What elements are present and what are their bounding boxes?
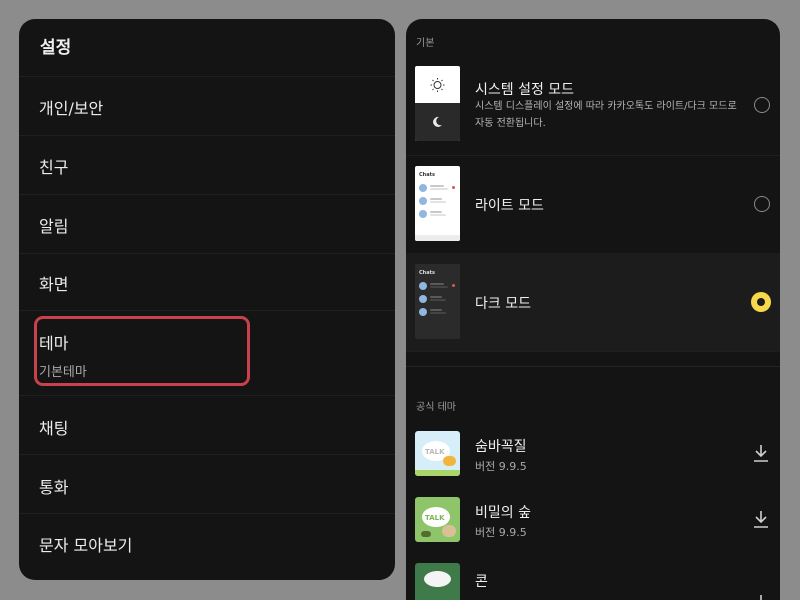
theme-title: 비밀의 숲 <box>475 505 531 521</box>
settings-panel: 설정 개인/보안 친구 알림 화면 테마 기본테마 채팅 통화 문자 모아보기 <box>19 19 395 580</box>
menu-item-label: 문자 모아보기 <box>39 536 133 555</box>
theme-highlight-annotation <box>34 316 250 386</box>
theme-thumbnail: TALK <box>415 431 460 476</box>
menu-item-label: 친구 <box>39 158 69 177</box>
menu-item-friends[interactable]: 친구 <box>19 135 395 194</box>
theme-title: 콘 <box>475 574 488 590</box>
mode-description: 시스템 디스플레이 설정에 따라 카카오톡도 라이트/다크 모드로 자동 전환됩… <box>475 101 737 129</box>
theme-version: 버전 9.9.5 <box>475 526 527 539</box>
section-label-basic: 기본 <box>416 38 435 49</box>
download-icon[interactable] <box>752 593 770 600</box>
theme-thumbnail: TALK <box>415 497 460 542</box>
mode-row-dark[interactable]: Chats 다크 모드 <box>406 253 780 352</box>
menu-item-label: 화면 <box>39 275 69 294</box>
menu-item-label: 개인/보안 <box>39 99 104 118</box>
theme-title: 숨바꼭질 <box>475 439 527 455</box>
thumb-caption: Chats <box>419 270 435 276</box>
mode-title: 라이트 모드 <box>475 198 544 214</box>
dark-mode-thumbnail: Chats <box>415 264 460 339</box>
theme-version: 버전 9.9.5 <box>475 460 527 473</box>
mode-title: 시스템 설정 모드 <box>475 82 575 98</box>
menu-item-privacy[interactable]: 개인/보안 <box>19 76 395 135</box>
theme-panel: 기본 시스템 설정 모드 시스템 디스플레이 설정에 따라 카카오톡도 라이트/… <box>406 19 780 600</box>
radio-light-mode[interactable] <box>754 196 770 212</box>
download-icon[interactable] <box>752 443 770 463</box>
menu-item-label: 알림 <box>39 217 69 236</box>
menu-item-display[interactable]: 화면 <box>19 253 395 310</box>
theme-row-con[interactable]: 콘 <box>406 555 780 600</box>
theme-row-hide-and-seek[interactable]: TALK 숨바꼭질 버전 9.9.5 <box>406 423 780 487</box>
menu-item-sms[interactable]: 문자 모아보기 <box>19 513 395 580</box>
download-icon[interactable] <box>752 509 770 529</box>
menu-item-chat[interactable]: 채팅 <box>19 395 395 454</box>
theme-thumbnail <box>415 563 460 600</box>
section-label-official: 공식 테마 <box>416 402 456 413</box>
system-mode-thumbnail <box>415 66 460 141</box>
mode-title: 다크 모드 <box>475 296 531 312</box>
menu-item-label: 채팅 <box>39 419 69 438</box>
thumb-caption: Chats <box>419 172 435 178</box>
radio-system-mode[interactable] <box>754 97 770 113</box>
radio-dark-mode-selected[interactable] <box>751 292 771 312</box>
menu-item-notifications[interactable]: 알림 <box>19 194 395 253</box>
settings-title: 설정 <box>40 38 72 58</box>
sun-icon <box>430 78 445 92</box>
light-mode-thumbnail: Chats <box>415 166 460 241</box>
mode-row-system[interactable]: 시스템 설정 모드 시스템 디스플레이 설정에 따라 카카오톡도 라이트/다크 … <box>406 57 780 156</box>
section-divider <box>406 366 780 367</box>
theme-row-secret-forest[interactable]: TALK 비밀의 숲 버전 9.9.5 <box>406 489 780 553</box>
menu-item-call[interactable]: 통화 <box>19 454 395 513</box>
thumb-text: TALK <box>425 514 445 522</box>
mode-row-light[interactable]: Chats 라이트 모드 <box>406 155 780 254</box>
menu-item-label: 통화 <box>39 478 69 497</box>
moon-icon <box>433 116 442 127</box>
thumb-text: TALK <box>425 448 445 456</box>
